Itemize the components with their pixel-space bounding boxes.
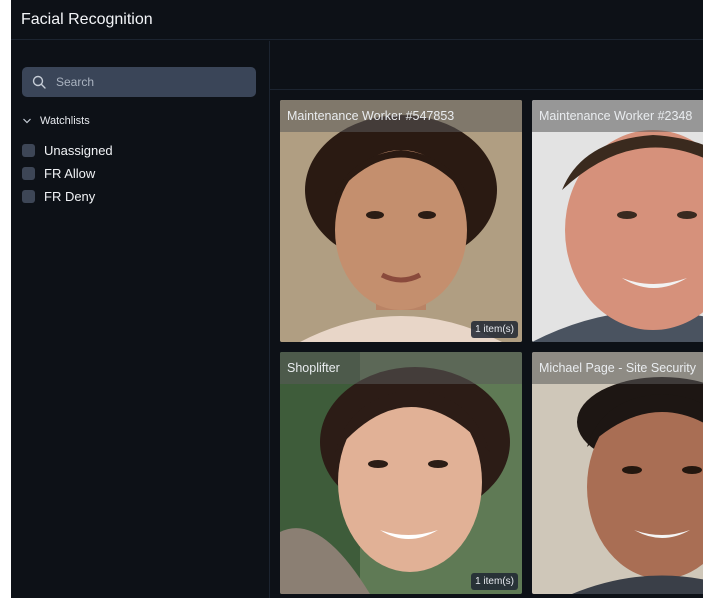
sidebar: Watchlists Unassigned FR Allow FR Deny	[11, 41, 270, 598]
search-icon	[32, 75, 46, 89]
watchlist-item-label: FR Allow	[44, 166, 96, 181]
face-photo	[532, 100, 703, 342]
face-card[interactable]: Shoplifter 1 item(s)	[280, 352, 522, 594]
card-name: Michael Page - Site Security	[532, 352, 703, 384]
watchlist-checkbox[interactable]	[22, 190, 35, 203]
watchlist-list: Unassigned FR Allow FR Deny	[22, 139, 113, 208]
watchlist-item-label: Unassigned	[44, 143, 113, 158]
watchlist-checkbox[interactable]	[22, 167, 35, 180]
item-count-badge: 1 item(s)	[471, 573, 518, 590]
app-window: Facial Recognition Watchlists Unassigned…	[11, 0, 703, 598]
item-count-badge: 1 item(s)	[471, 321, 518, 338]
face-card[interactable]: Michael Page - Site Security	[532, 352, 703, 594]
watchlist-item-fr-deny[interactable]: FR Deny	[22, 185, 113, 208]
card-name: Shoplifter	[280, 352, 522, 384]
watchlists-toggle[interactable]: Watchlists	[22, 115, 90, 127]
face-card[interactable]: Maintenance Worker #2348	[532, 100, 703, 342]
page-title: Facial Recognition	[11, 0, 703, 40]
face-photo	[280, 100, 522, 342]
search-box[interactable]	[22, 67, 256, 97]
watchlists-label: Watchlists	[40, 115, 90, 127]
main-content: Maintenance Worker #547853 1 item(s) Mai…	[270, 41, 703, 598]
watchlist-item-unassigned[interactable]: Unassigned	[22, 139, 113, 162]
face-photo	[280, 352, 522, 594]
watchlist-item-fr-allow[interactable]: FR Allow	[22, 162, 113, 185]
toolbar	[270, 41, 703, 90]
search-input[interactable]	[54, 74, 248, 90]
chevron-down-icon	[23, 118, 31, 124]
card-name: Maintenance Worker #547853	[280, 100, 522, 132]
card-name: Maintenance Worker #2348	[532, 100, 703, 132]
face-card[interactable]: Maintenance Worker #547853 1 item(s)	[280, 100, 522, 342]
watchlist-checkbox[interactable]	[22, 144, 35, 157]
watchlist-item-label: FR Deny	[44, 189, 96, 204]
face-photo	[532, 352, 703, 594]
